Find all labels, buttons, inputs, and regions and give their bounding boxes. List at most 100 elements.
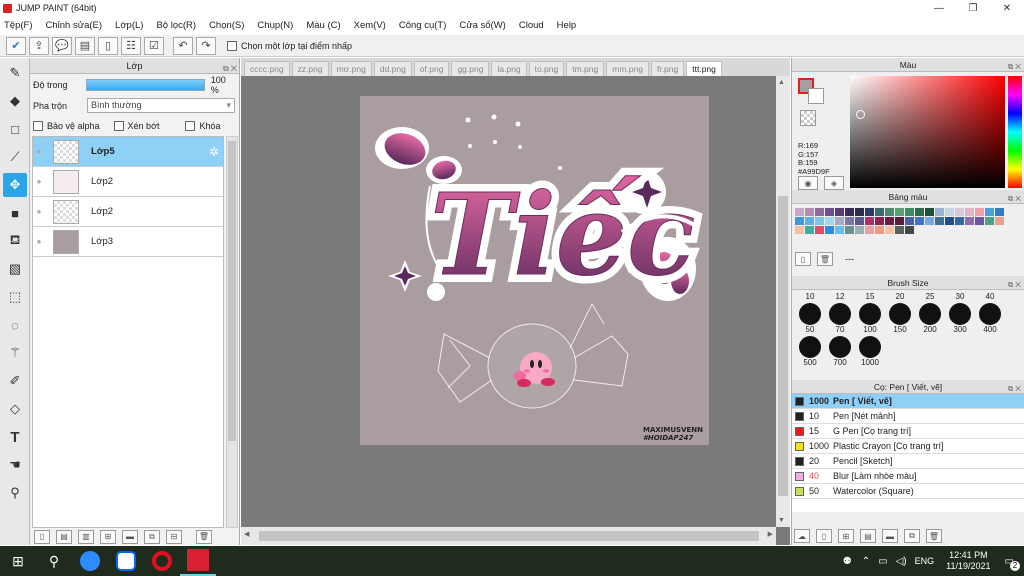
palette-swatch[interactable] <box>945 217 954 225</box>
palette-swatch[interactable] <box>815 208 824 216</box>
palette-swatch[interactable] <box>875 217 884 225</box>
palette-swatch[interactable] <box>985 208 994 216</box>
menu-window[interactable]: Cửa sổ(W) <box>459 20 505 31</box>
brush-item[interactable]: 1000 Plastic Crayon [Cọ trang trí] <box>792 439 1024 454</box>
line-tool-icon[interactable]: ⟋ <box>3 145 27 169</box>
menu-cloud[interactable]: Cloud <box>519 20 544 31</box>
brush-menu-icon[interactable]: ⊞ <box>838 529 854 543</box>
brush-size-option[interactable]: 10 <box>795 292 825 301</box>
move-tool-icon[interactable]: ✥ <box>3 173 27 197</box>
palette-swatch[interactable] <box>915 208 924 216</box>
menu-help[interactable]: Help <box>557 20 577 31</box>
secondary-color-swatch[interactable] <box>808 88 824 104</box>
layer-scrollbar[interactable] <box>226 136 238 528</box>
tray-chevron-icon[interactable]: ⌃ <box>862 556 870 567</box>
brush-settings-icon[interactable]: ▤ <box>860 529 876 543</box>
palette-swatch[interactable] <box>845 226 854 234</box>
palette-swatch[interactable] <box>805 217 814 225</box>
canvas-horizontal-scrollbar[interactable]: ◀ ▶ <box>241 527 776 545</box>
export-icon[interactable]: ⇪ <box>29 36 49 55</box>
comment-icon[interactable]: 💬 <box>52 36 72 55</box>
brush-size-option[interactable]: 25 <box>915 292 945 301</box>
palette-swatch[interactable] <box>795 226 804 234</box>
palette-swatch[interactable] <box>815 226 824 234</box>
trash-icon[interactable]: 🗑 <box>196 529 212 544</box>
palette-swatch[interactable] <box>985 217 994 225</box>
brush-size-option[interactable]: 400 <box>975 303 1005 334</box>
doc-tab[interactable]: tm.png <box>566 61 605 76</box>
gear-icon[interactable]: ✲ <box>209 145 219 159</box>
opacity-slider[interactable] <box>86 78 205 91</box>
checklist-icon[interactable]: ☑ <box>144 36 164 55</box>
palette-swatch[interactable] <box>955 217 964 225</box>
panel-close-icon[interactable]: ⧉ ✕ <box>1008 278 1021 292</box>
layer-item[interactable]: ● Lớp5 ✲ <box>33 137 223 167</box>
visibility-icon[interactable]: ● <box>33 207 45 216</box>
palette-swatch[interactable] <box>865 226 874 234</box>
new-raster-icon[interactable]: ▤ <box>56 529 72 544</box>
brush-size-option[interactable]: 1000 <box>855 336 885 367</box>
windows-start-icon[interactable]: ⊞ <box>0 546 36 576</box>
palette-swatch[interactable] <box>825 217 834 225</box>
brush-folder-icon[interactable]: ▬ <box>882 529 898 543</box>
palette-swatch[interactable] <box>905 208 914 216</box>
doc-tab[interactable]: of.png <box>413 61 450 76</box>
network-icon[interactable]: ▭ <box>878 556 887 567</box>
palette-swatch[interactable] <box>965 208 974 216</box>
minimize-button[interactable]: — <box>922 3 956 14</box>
palette-swatch[interactable] <box>865 217 874 225</box>
color-picker-icon[interactable]: ◈ <box>824 176 844 190</box>
palette-swatch[interactable] <box>925 217 934 225</box>
brush-size-option[interactable]: 500 <box>795 336 825 367</box>
hue-slider[interactable] <box>1008 76 1022 188</box>
brush-size-option[interactable]: 150 <box>885 303 915 334</box>
brush-item[interactable]: 50 Watercolor (Square) <box>792 484 1024 499</box>
people-icon[interactable]: ⚉ <box>843 556 852 567</box>
menu-file[interactable]: Tệp(F) <box>4 20 33 31</box>
palette-swatch[interactable] <box>795 217 804 225</box>
brush-size-option[interactable]: 70 <box>825 303 855 334</box>
doc-tab[interactable]: mm.png <box>606 61 649 76</box>
brush-item[interactable]: 40 Blur [Làm nhòe màu] <box>792 469 1024 484</box>
palette-swatch[interactable] <box>935 208 944 216</box>
text-tool-icon[interactable]: T <box>3 425 27 449</box>
palette-swatch[interactable] <box>835 208 844 216</box>
select-eraser-icon[interactable]: ◇ <box>3 397 27 421</box>
layer-item[interactable]: ● Lớp3 <box>33 227 223 257</box>
opera-app-icon[interactable] <box>144 546 180 576</box>
close-button[interactable]: ✕ <box>990 3 1024 14</box>
lasso-tool-icon[interactable]: ◌ <box>3 313 27 337</box>
palette-swatch[interactable] <box>795 208 804 216</box>
notification-icon[interactable]: ▭ 2 <box>1005 556 1020 571</box>
eraser-tool-icon[interactable]: ◆ <box>3 89 27 113</box>
visibility-icon[interactable]: ● <box>33 177 45 186</box>
cloud-check-icon[interactable]: ✔ <box>6 36 26 55</box>
brush-tool-icon[interactable]: ✎ <box>3 61 27 85</box>
caption-icon[interactable]: ▤ <box>75 36 95 55</box>
palette-swatch[interactable] <box>825 226 834 234</box>
palette-swatch[interactable] <box>825 208 834 216</box>
palette-swatch[interactable] <box>965 217 974 225</box>
transparent-color-swatch[interactable] <box>800 110 816 126</box>
brush-size-option[interactable]: 300 <box>945 303 975 334</box>
brush-size-option[interactable]: 100 <box>855 303 885 334</box>
select-rect-icon[interactable]: ⬚ <box>3 285 27 309</box>
menu-layer[interactable]: Lớp(L) <box>115 20 143 31</box>
jump-paint-app-icon[interactable] <box>180 546 216 576</box>
palette-swatch[interactable] <box>995 217 1004 225</box>
merge-icon[interactable]: ⊟ <box>166 529 182 544</box>
hand-tool-icon[interactable]: ☚ <box>3 453 27 477</box>
brush-trash-icon[interactable]: 🗑 <box>926 529 942 543</box>
delete-swatch-icon[interactable]: 🗑 <box>817 252 833 266</box>
canvas-vertical-scrollbar[interactable]: ▲ ▼ <box>776 76 790 527</box>
palette-swatch[interactable] <box>805 208 814 216</box>
brush-size-option[interactable]: 15 <box>855 292 885 301</box>
brush-size-option[interactable]: 30 <box>945 292 975 301</box>
new-8bit-icon[interactable]: ▥ <box>78 529 94 544</box>
panel-close-icon[interactable]: ⧉ ✕ <box>223 61 237 77</box>
doc-tab[interactable]: mơ.png <box>330 61 372 76</box>
language-indicator[interactable]: ENG <box>915 556 935 566</box>
palette-swatch[interactable] <box>875 226 884 234</box>
doc-tab-active[interactable]: ttt.png <box>686 61 722 76</box>
palette-swatch[interactable] <box>905 226 914 234</box>
